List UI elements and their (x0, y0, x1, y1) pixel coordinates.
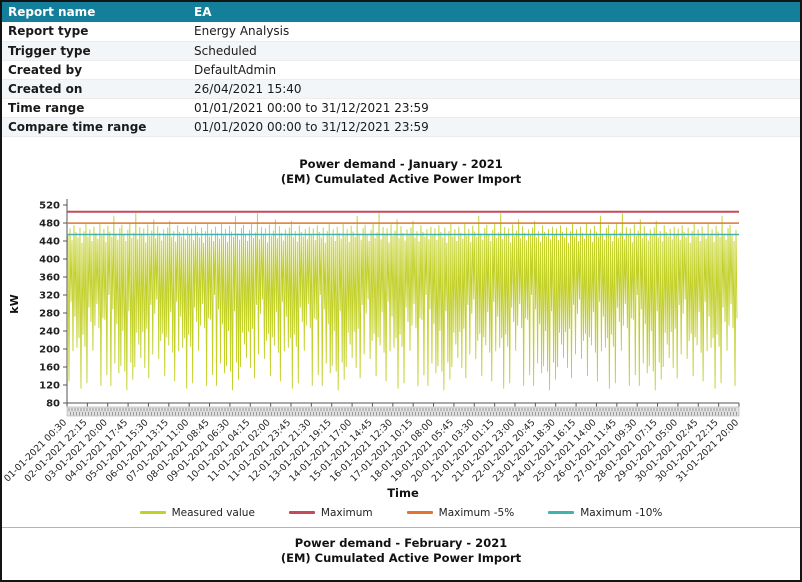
chart-section-january: Power demand - January - 2021 (EM) Cumul… (2, 157, 800, 519)
report-row-value: 01/01/2021 00:00 to 31/12/2021 23:59 (188, 98, 800, 117)
y-tick-label: 320 (39, 290, 60, 301)
legend-label: Maximum -10% (580, 507, 662, 519)
y-axis-label: kW (8, 294, 21, 313)
legend-item: Measured value (140, 507, 255, 519)
chart-range-scrollbar[interactable] (67, 407, 739, 416)
legend-item: Maximum (289, 507, 373, 519)
y-tick-label: 360 (39, 272, 60, 283)
legend-swatch (289, 511, 315, 514)
report-meta-table: Report name EA Report type Energy Analys… (2, 2, 800, 137)
report-row: Report type Energy Analysis (2, 22, 800, 41)
y-tick-label: 400 (39, 254, 60, 265)
power-demand-chart: 80120160200240280320360400440480520kW01-… (2, 187, 802, 505)
measured-value-series (68, 213, 737, 390)
legend-swatch (140, 511, 166, 514)
report-row-label: Report type (2, 22, 188, 41)
y-tick-label: 520 (39, 200, 60, 211)
legend-item: Maximum -10% (548, 507, 662, 519)
report-row-label: Created by (2, 60, 188, 79)
report-row: Created by DefaultAdmin (2, 60, 800, 79)
report-row-label: Created on (2, 79, 188, 98)
report-row-label: Trigger type (2, 41, 188, 60)
chart-subtitle: (EM) Cumulated Active Power Import (2, 172, 800, 187)
report-row-value: 26/04/2021 15:40 (188, 79, 800, 98)
legend-label: Maximum -5% (439, 507, 515, 519)
y-tick-label: 200 (39, 344, 60, 355)
report-row-value: 01/01/2020 00:00 to 31/12/2021 23:59 (188, 117, 800, 136)
y-tick-label: 440 (39, 236, 60, 247)
legend-swatch (407, 511, 433, 514)
report-row: Created on 26/04/2021 15:40 (2, 79, 800, 98)
legend-label: Measured value (172, 507, 255, 519)
report-name-label: Report name (2, 2, 188, 22)
chart-title: Power demand - January - 2021 (2, 157, 800, 172)
y-tick-label: 280 (39, 308, 60, 319)
legend-swatch (548, 511, 574, 514)
report-name-value: EA (188, 2, 800, 22)
y-tick-label: 240 (39, 326, 60, 337)
y-tick-label: 160 (39, 362, 60, 373)
report-row-label: Time range (2, 98, 188, 117)
y-tick-label: 80 (46, 398, 60, 409)
y-tick-label: 480 (39, 218, 60, 229)
report-row-value: DefaultAdmin (188, 60, 800, 79)
report-header-row: Report name EA (2, 2, 800, 22)
report-row-value: Scheduled (188, 41, 800, 60)
report-row: Compare time range 01/01/2020 00:00 to 3… (2, 117, 800, 136)
report-row-value: Energy Analysis (188, 22, 800, 41)
chart-legend: Measured value Maximum Maximum -5% Maximum … (2, 507, 800, 519)
legend-label: Maximum (321, 507, 373, 519)
report-row: Time range 01/01/2021 00:00 to 31/12/202… (2, 98, 800, 117)
report-row: Trigger type Scheduled (2, 41, 800, 60)
legend-item: Maximum -5% (407, 507, 515, 519)
next-chart-subtitle: (EM) Cumulated Active Power Import (2, 551, 800, 566)
y-tick-label: 120 (39, 380, 60, 391)
x-axis-label: Time (387, 486, 419, 500)
report-window: Report name EA Report type Energy Analys… (0, 0, 802, 582)
chart-section-february: Power demand - February - 2021 (EM) Cumu… (2, 528, 800, 566)
report-row-label: Compare time range (2, 117, 188, 136)
next-chart-title: Power demand - February - 2021 (2, 536, 800, 551)
